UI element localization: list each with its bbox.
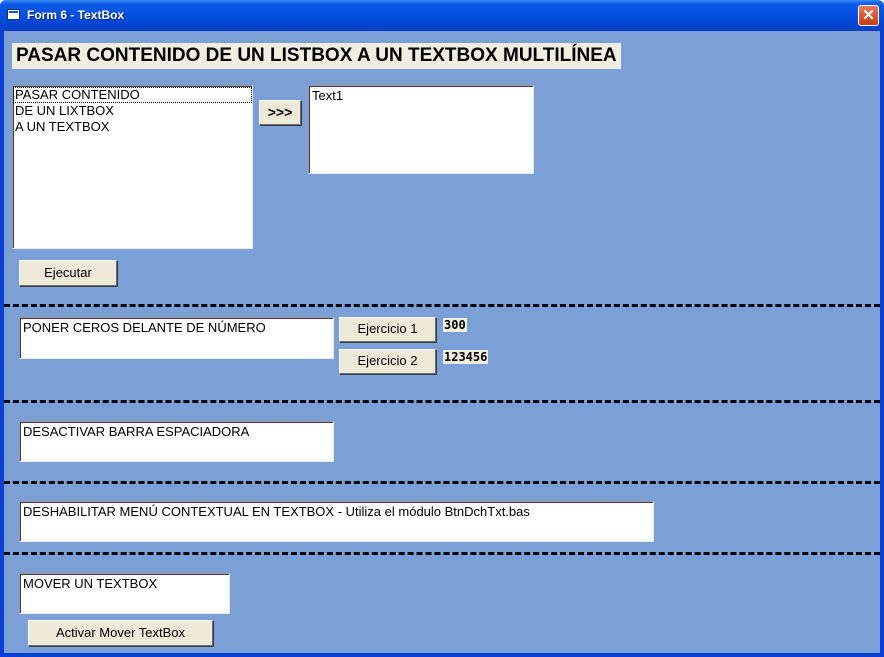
ejercicio-2-button[interactable]: Ejercicio 2	[339, 349, 436, 374]
mover-textbox[interactable]: MOVER UN TEXTBOX	[19, 573, 230, 614]
window-title: Form 6 - TextBox	[27, 8, 125, 22]
transfer-button[interactable]: >>>	[259, 100, 301, 125]
ejercicio-1-button[interactable]: Ejercicio 1	[339, 317, 436, 342]
separator-line	[4, 481, 880, 484]
ceros-textbox[interactable]: PONER CEROS DELANTE DE NÚMERO	[19, 317, 334, 359]
activar-mover-button[interactable]: Activar Mover TextBox	[28, 620, 213, 646]
menu-contextual-textbox[interactable]: DESHABILITAR MENÚ CONTEXTUAL EN TEXTBOX …	[19, 501, 654, 542]
section-heading: PASAR CONTENIDO DE UN LISTBOX A UN TEXTB…	[12, 43, 621, 69]
form-client-area: PASAR CONTENIDO DE UN LISTBOX A UN TEXTB…	[4, 31, 880, 653]
espaciadora-textbox[interactable]: DESACTIVAR BARRA ESPACIADORA	[19, 421, 334, 462]
text1-multiline-textbox[interactable]: Text1	[308, 85, 534, 174]
title-bar[interactable]: Form 6 - TextBox ✕	[0, 0, 884, 31]
app-window: Form 6 - TextBox ✕ PASAR CONTENIDO DE UN…	[0, 0, 884, 657]
list-item[interactable]: PASAR CONTENIDO	[13, 87, 252, 103]
list-item[interactable]: A UN TEXTBOX	[13, 119, 252, 135]
listbox[interactable]: PASAR CONTENIDO DE UN LIXTBOX A UN TEXTB…	[12, 85, 253, 249]
ejercicio-1-result: 300	[443, 318, 467, 332]
app-icon[interactable]	[7, 9, 20, 20]
ejecutar-button[interactable]: Ejecutar	[19, 260, 117, 286]
list-item[interactable]: DE UN LIXTBOX	[13, 103, 252, 119]
ejercicio-2-result: 123456	[443, 350, 489, 364]
separator-line	[4, 552, 880, 555]
close-button[interactable]: ✕	[858, 5, 879, 26]
separator-line	[4, 400, 880, 403]
separator-line	[4, 304, 880, 307]
